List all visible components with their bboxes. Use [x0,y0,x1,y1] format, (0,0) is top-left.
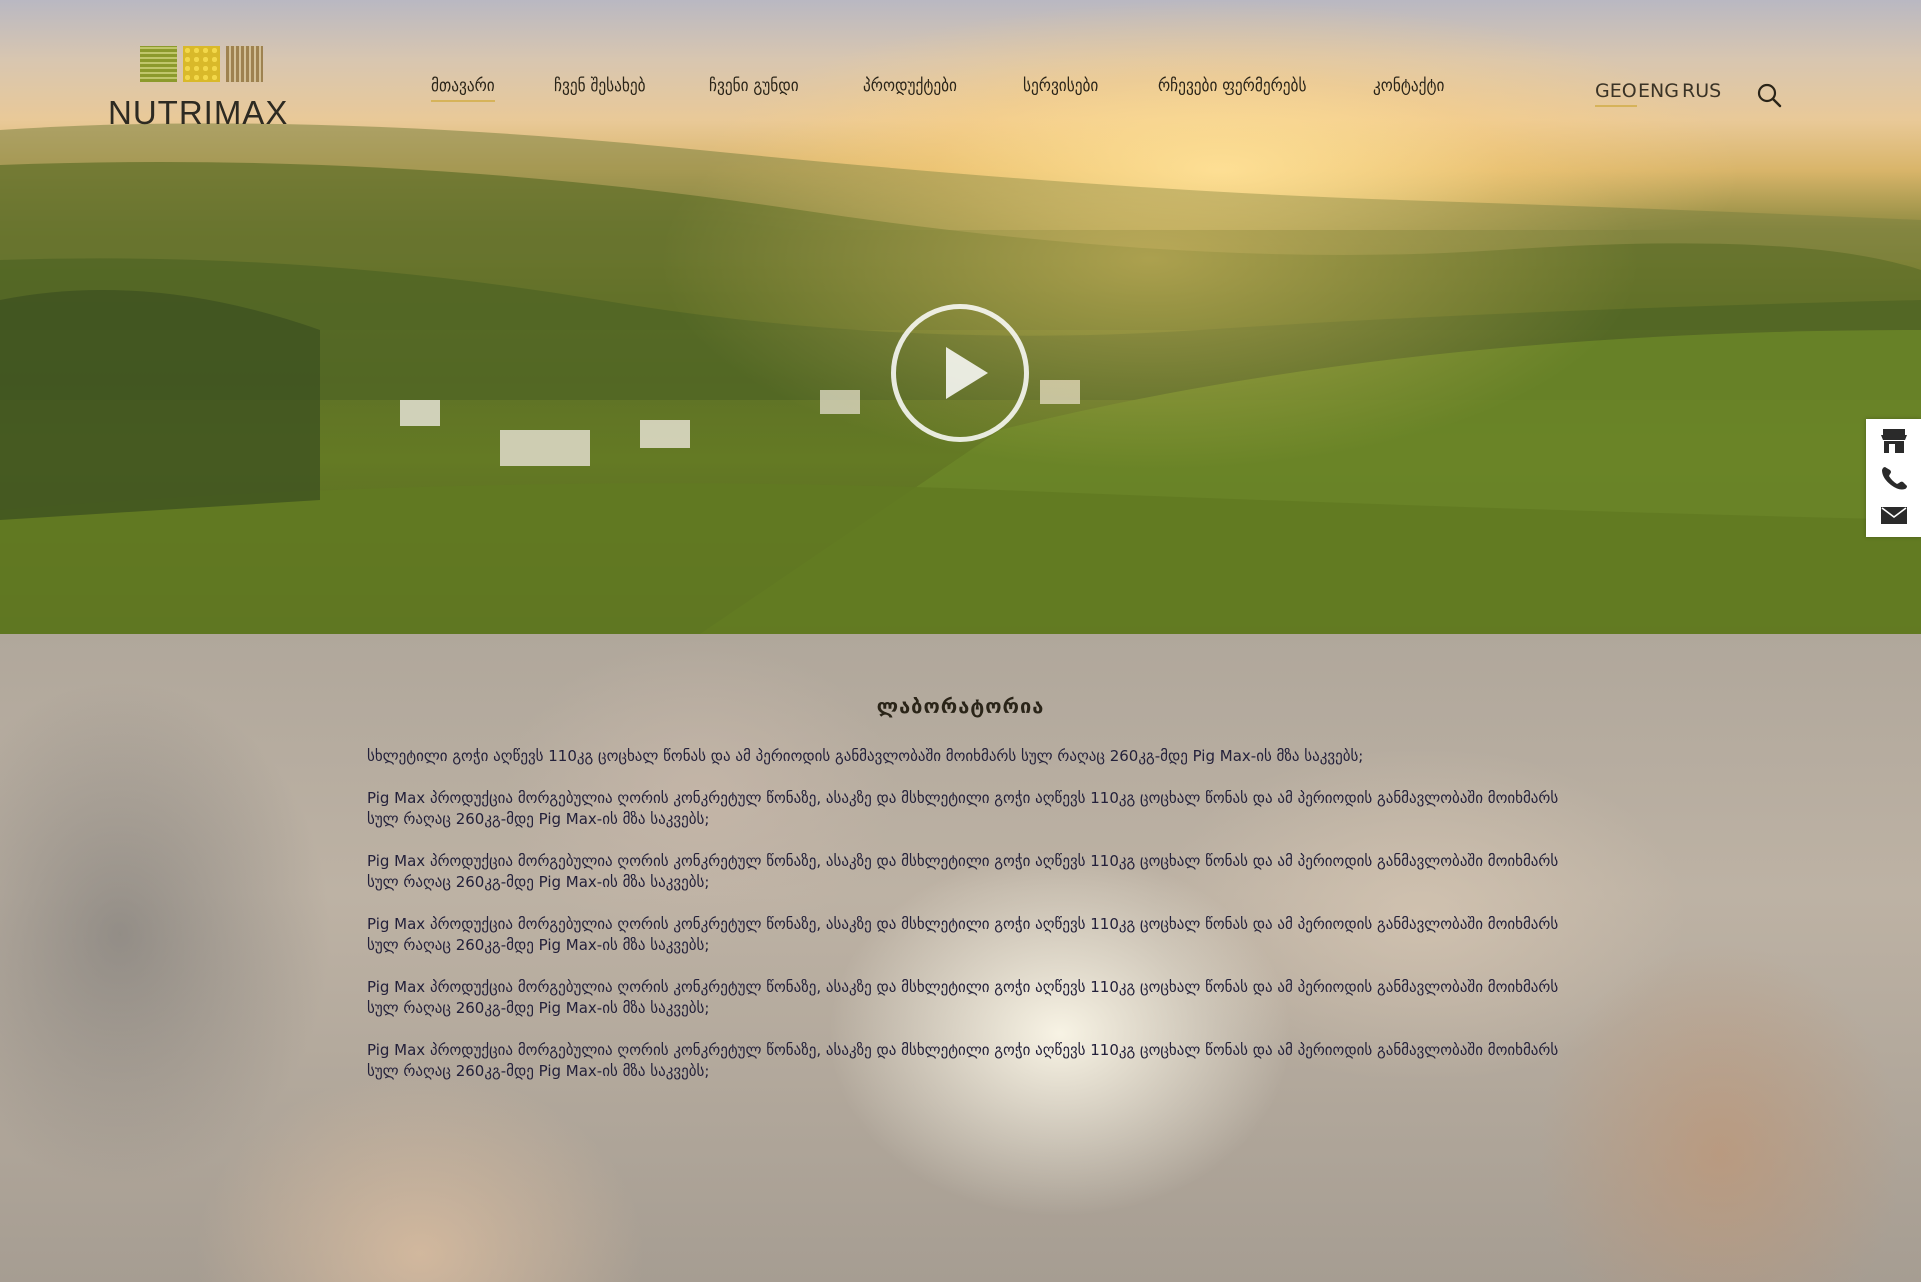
site-header: NUTRIMAX მთავარი ჩვენ შესახებ ჩვენი გუნდ… [0,0,1921,140]
logo-square-brown [226,46,263,82]
nav-item-home[interactable]: მთავარი [431,76,495,102]
side-contact-widget [1866,419,1921,537]
nav-item-team[interactable]: ჩვენი გუნდი [709,76,799,100]
video-play-button[interactable] [891,304,1029,442]
nav-item-about[interactable]: ჩვენ შესახებ [554,76,646,100]
logo-text: NUTRIMAX [108,94,289,131]
nav-item-products[interactable]: პროდუქტები [863,76,957,100]
logo-mark [140,46,263,82]
paragraph: სხლეტილი გოჭი აღწევს 110კგ ცოცხალ წონას … [367,747,1364,765]
paragraph: Pig Max პროდუქცია მორგებულია ღორის კონკრ… [367,1041,1559,1080]
paragraph: Pig Max პროდუქცია მორგებულია ღორის კონკრ… [367,852,1559,891]
store-icon[interactable] [1878,427,1910,455]
mail-icon[interactable] [1878,501,1910,529]
section-body: სხლეტილი გოჭი აღწევს 110კგ ცოცხალ წონას … [367,746,1567,1103]
logo-square-yellow [183,46,220,82]
nav-item-farmer-tips[interactable]: რჩევები ფერმერებს [1158,76,1306,100]
nav-item-contact[interactable]: კონტაქტი [1373,76,1444,100]
play-icon [946,347,988,399]
lang-geo[interactable]: GEO [1595,80,1637,107]
nutrimax-logo[interactable]: NUTRIMAX [108,46,290,131]
lang-eng[interactable]: ENG [1638,80,1679,105]
paragraph: Pig Max პროდუქცია მორგებულია ღორის კონკრ… [367,978,1559,1017]
paragraph: Pig Max პროდუქცია მორგებულია ღორის კონკრ… [367,915,1559,954]
logo-square-green [140,46,177,82]
section-title: ლაბორატორია [876,694,1045,718]
nav-item-services[interactable]: სერვისები [1023,76,1098,100]
paragraph: Pig Max პროდუქცია მორგებულია ღორის კონკრ… [367,789,1559,828]
lang-rus[interactable]: RUS [1682,80,1721,105]
phone-icon[interactable] [1878,464,1910,492]
search-icon[interactable] [1756,82,1784,110]
